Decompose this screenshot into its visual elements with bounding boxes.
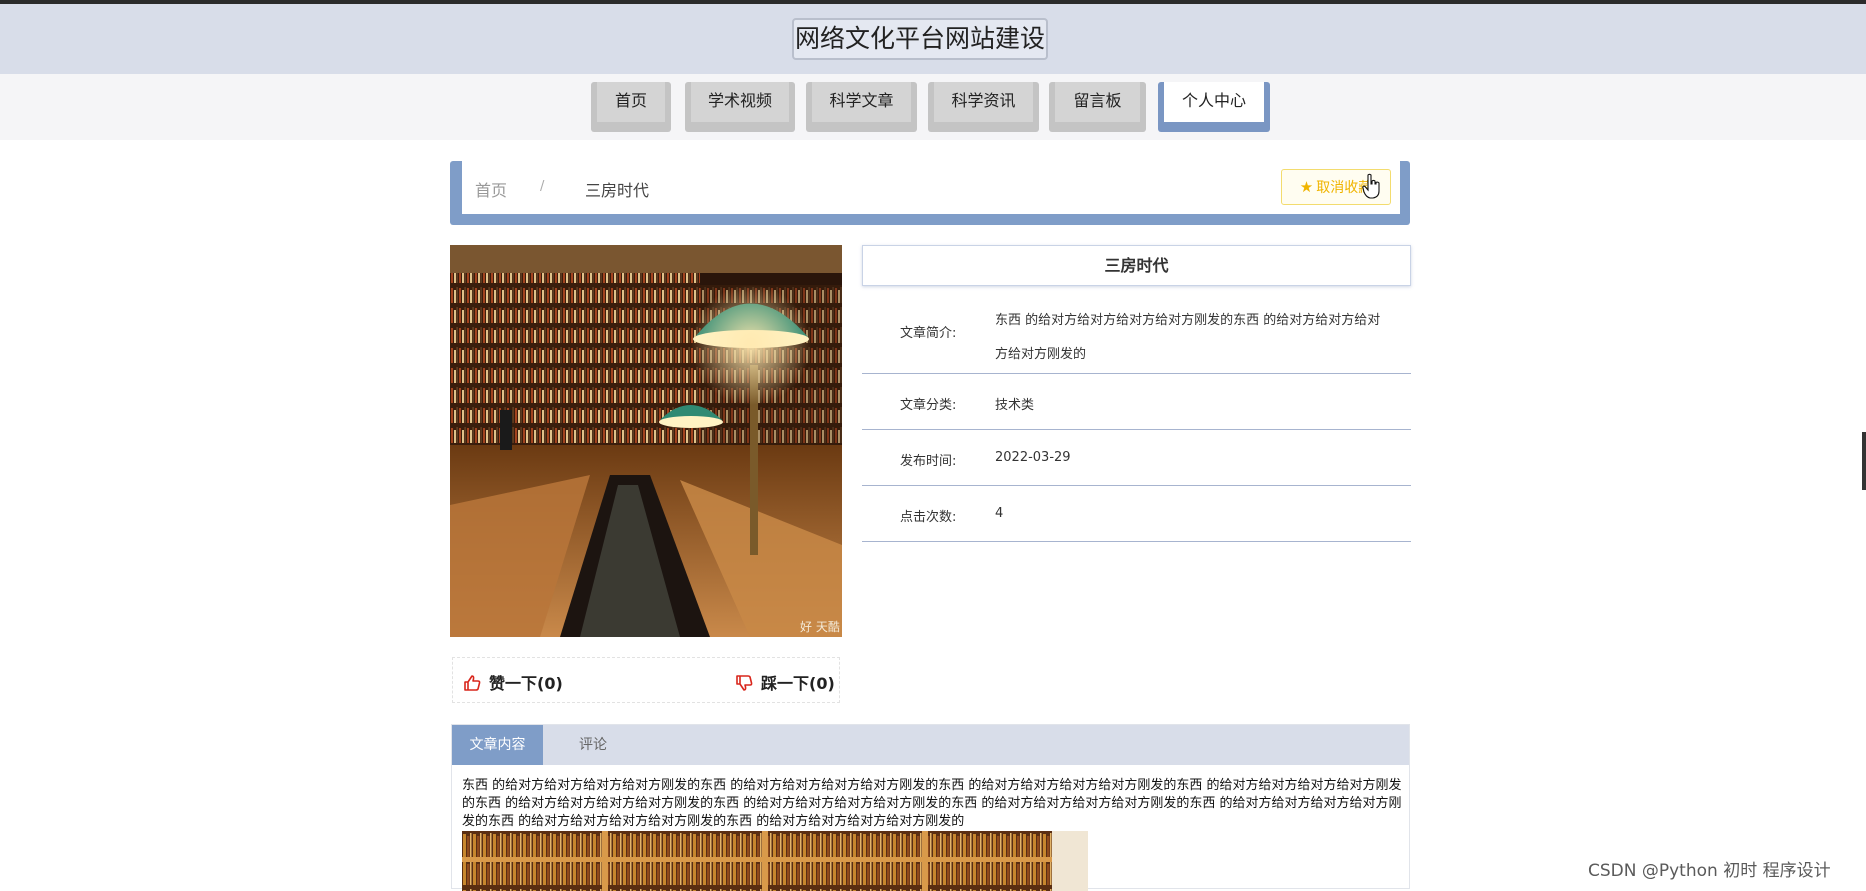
- tab-bar: 文章内容 评论: [452, 725, 1409, 765]
- nav-item-personal-center[interactable]: 个人中心: [1158, 82, 1270, 132]
- nav-item-message-board[interactable]: 留言板: [1049, 82, 1146, 132]
- like-label: 赞一下(0): [489, 674, 563, 693]
- nav-item-academic-video[interactable]: 学术视频: [685, 82, 795, 132]
- hand-cursor-icon: [1362, 173, 1380, 199]
- site-header: 网络文化平台网站建设: [0, 4, 1866, 74]
- detail-row-summary: 文章简介: 东西 的给对方给对方给对方给对方刚发的东西 的给对方给对方给对方给对…: [862, 292, 1411, 374]
- nav-item-label: 科学资讯: [934, 82, 1033, 122]
- detail-value-category: 技术类: [995, 398, 1035, 413]
- thumbs-up-icon: [464, 675, 481, 691]
- nav-item-label: 首页: [597, 82, 665, 122]
- dislike-button[interactable]: 踩一下(0): [735, 670, 835, 694]
- main-nav: 首页 学术视频 科学文章 科学资讯 留言板 个人中心: [0, 74, 1866, 140]
- like-button[interactable]: 赞一下(0): [463, 670, 563, 694]
- thumbs-down-icon: [736, 675, 753, 691]
- nav-item-science-articles[interactable]: 科学文章: [806, 82, 917, 132]
- detail-value-summary: 东西 的给对方给对方给对方给对方刚发的东西 的给对方给对方给对方给对方刚发的: [995, 313, 1381, 362]
- scrollbar-marker[interactable]: [1862, 432, 1866, 490]
- detail-row-category: 文章分类: 技术类: [862, 374, 1411, 430]
- bookshelf-photo: [462, 831, 1088, 891]
- nav-item-label: 科学文章: [812, 82, 911, 122]
- breadcrumb-home-link[interactable]: 首页: [475, 177, 507, 201]
- detail-label: 发布时间:: [900, 454, 957, 469]
- nav-item-label: 个人中心: [1164, 82, 1264, 122]
- nav-item-home[interactable]: 首页: [591, 82, 671, 132]
- csdn-watermark: CSDN @Python 初时 程序设计: [1588, 861, 1831, 881]
- detail-value-publish-date: 2022-03-29: [995, 450, 1071, 465]
- breadcrumb-separator: /: [540, 179, 545, 194]
- article-cover-image: 好 天酷: [450, 245, 842, 637]
- dislike-label: 踩一下(0): [761, 674, 835, 693]
- detail-label: 点击次数:: [900, 510, 957, 525]
- article-body-image: [462, 831, 1088, 891]
- nav-item-science-news[interactable]: 科学资讯: [928, 82, 1039, 132]
- star-icon: ★: [1299, 178, 1314, 196]
- detail-row-publish-date: 发布时间: 2022-03-29: [862, 430, 1411, 486]
- article-body-text: 东西 的给对方给对方给对方给对方刚发的东西 的给对方给对方给对方给对方刚发的东西…: [462, 778, 1402, 829]
- reaction-bar: 赞一下(0) 踩一下(0): [452, 657, 840, 703]
- image-watermark-text: 好 天酷: [800, 620, 840, 634]
- library-photo: 好 天酷: [450, 245, 842, 637]
- detail-value-click-count: 4: [995, 506, 1004, 521]
- site-title: 网络文化平台网站建设: [792, 18, 1048, 60]
- breadcrumb-current: 三房时代: [585, 181, 650, 200]
- article-title: 三房时代: [862, 245, 1411, 286]
- detail-label: 文章简介:: [900, 326, 957, 341]
- content-tabs-panel: 文章内容 评论 东西 的给对方给对方给对方给对方刚发的东西 的给对方给对方给对方…: [451, 724, 1410, 891]
- tab-article-content[interactable]: 文章内容: [452, 725, 543, 765]
- detail-label: 文章分类:: [900, 398, 957, 413]
- tab-comments[interactable]: 评论: [543, 725, 643, 765]
- nav-item-label: 学术视频: [691, 82, 789, 122]
- detail-row-click-count: 点击次数: 4: [862, 486, 1411, 542]
- nav-item-label: 留言板: [1055, 82, 1140, 122]
